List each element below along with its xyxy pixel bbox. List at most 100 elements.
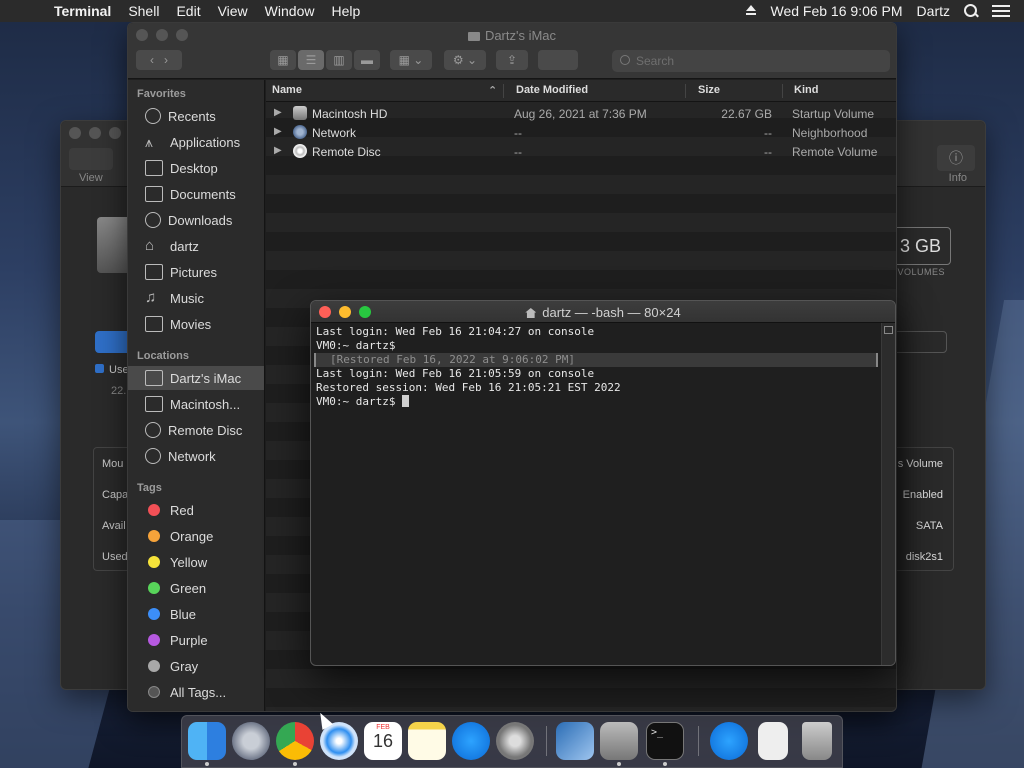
disclosure-triangle-icon[interactable]: ▶ [274,145,282,156]
menu-help[interactable]: Help [331,3,360,19]
close-button[interactable] [69,127,81,139]
menu-app-name[interactable]: Terminal [54,3,111,19]
sidebar-item-pictures[interactable]: Pictures [128,260,264,284]
sidebar-item-documents[interactable]: Documents [128,182,264,206]
spotlight-search-icon[interactable] [964,4,978,18]
info-value-type: s Volume [897,458,943,470]
finder-sidebar: Favorites Recents ⩚ Applications Desktop … [128,80,265,711]
column-view-button[interactable]: ▥ [326,50,352,70]
dock-finder-icon[interactable] [188,722,226,760]
sidebar-item-label: Documents [170,186,236,202]
menu-shell[interactable]: Shell [128,3,159,19]
info-key-available: Avail [102,520,126,532]
list-view-button[interactable]: ☰ [298,50,324,70]
menu-user[interactable]: Dartz [917,3,950,19]
column-header-kind[interactable]: Kind [794,84,818,96]
file-row[interactable]: ▶ Network -- -- Neighborhood [266,123,896,142]
column-header-size[interactable]: Size [698,84,720,96]
dock-downloads-stack-icon[interactable] [710,722,748,760]
file-date: Aug 26, 2021 at 7:36 PM [514,107,647,121]
sidebar-item-label: Macintosh... [170,396,241,412]
dock-trash-icon[interactable] [802,722,832,760]
file-kind: Neighborhood [792,126,868,140]
sidebar-item-tag-blue[interactable]: Blue [128,602,264,626]
sidebar-view-button[interactable] [69,148,113,170]
notification-center-icon[interactable] [992,5,1010,17]
terminal-line: Last login: Wed Feb 16 21:04:27 on conso… [316,325,595,338]
eject-icon[interactable] [745,5,757,17]
home-icon [525,308,537,318]
info-value-owners: Enabled [902,489,943,501]
desktop-icon [145,160,163,176]
menu-view[interactable]: View [218,3,248,19]
sidebar-item-recents[interactable]: Recents [128,104,264,128]
file-row[interactable]: ▶ Remote Disc -- -- Remote Volume [266,142,896,161]
dock-system-preferences-icon[interactable] [496,722,534,760]
terminal-window: dartz — -bash — 80×24 Last login: Wed Fe… [310,300,896,666]
menu-edit[interactable]: Edit [176,3,200,19]
info-value-device: disk2s1 [905,551,943,563]
group-button[interactable]: ▦ ⌄ [390,50,432,70]
sidebar-item-downloads[interactable]: Downloads [128,208,264,232]
sidebar-item-tag-green[interactable]: Green [128,576,264,600]
sidebar-item-home[interactable]: ⌂ dartz [128,234,264,258]
sidebar-item-tag-yellow[interactable]: Yellow [128,550,264,574]
tag-button[interactable] [538,50,578,70]
dock-calendar-icon[interactable]: FEB 16 [364,722,402,760]
sidebar-item-desktop[interactable]: Desktop [128,156,264,180]
terminal-title-text: dartz — -bash — 80×24 [542,305,681,320]
sidebar-item-imac[interactable]: Dartz's iMac [128,366,264,390]
menu-clock[interactable]: Wed Feb 16 9:06 PM [771,3,903,19]
icon-view-button[interactable]: ▦ [270,50,296,70]
dock-chrome-icon[interactable] [276,722,314,760]
sidebar-item-macintosh-hd[interactable]: Macintosh... [128,392,264,416]
dock-launchpad-icon[interactable] [232,722,270,760]
dock-documents-stack-icon[interactable] [758,722,788,760]
calendar-month: FEB [376,724,390,731]
sidebar-item-tag-red[interactable]: Red [128,498,264,522]
action-gear-icon[interactable]: ⚙ ⌄ [444,50,486,70]
dock-app-store-icon[interactable] [452,722,490,760]
menu-window[interactable]: Window [265,3,315,19]
dock-notes-icon[interactable] [408,722,446,760]
sidebar-item-music[interactable]: ♫ Music [128,286,264,310]
column-header-name[interactable]: Name [272,84,302,96]
sidebar-item-remote-disc[interactable]: Remote Disc [128,418,264,442]
sidebar-item-label: Recents [168,108,216,124]
file-name: Remote Disc [312,145,381,159]
sidebar-item-applications[interactable]: ⩚ Applications [128,130,264,154]
sidebar-item-tag-orange[interactable]: Orange [128,524,264,548]
minimize-button[interactable] [89,127,101,139]
sidebar-item-tag-gray[interactable]: Gray [128,654,264,678]
sidebar-item-all-tags[interactable]: All Tags... [128,680,264,704]
music-note-icon: ♫ [145,289,157,306]
disclosure-triangle-icon[interactable]: ▶ [274,126,282,137]
search-input[interactable]: Search [612,50,890,72]
file-size: -- [764,126,772,140]
tag-color-dot-icon [148,660,160,672]
back-forward-buttons[interactable]: ‹ › [136,50,182,70]
dock-terminal-icon[interactable]: >_ [646,722,684,760]
info-key-capacity: Capa [102,489,129,501]
terminal-output[interactable]: Last login: Wed Feb 16 21:04:27 on conso… [311,323,881,665]
gallery-view-button[interactable]: ▬ [354,50,380,70]
zoom-button[interactable] [109,127,121,139]
file-row[interactable]: ▶ Macintosh HD Aug 26, 2021 at 7:36 PM 22.6… [266,104,896,123]
disclosure-triangle-icon[interactable]: ▶ [274,107,282,118]
sidebar-item-tag-purple[interactable]: Purple [128,628,264,652]
terminal-scrollbar[interactable] [881,323,895,665]
info-icon[interactable]: ⓘ [937,145,975,171]
sidebar-item-label: Blue [170,606,197,622]
sidebar-item-network[interactable]: Network [128,444,264,468]
tag-color-dot-icon [148,504,160,516]
sidebar-item-movies[interactable]: Movies [128,312,264,336]
terminal-title-bar: dartz — -bash — 80×24 [311,301,895,323]
download-icon [145,212,161,228]
dock-disk-utility-icon[interactable] [600,722,638,760]
share-icon[interactable]: ⇪ [496,50,528,70]
dock: FEB 16 >_ [181,715,843,768]
column-header-date[interactable]: Date Modified [516,84,588,96]
info-label: Info [948,172,967,184]
dock-virtualbox-icon[interactable] [556,722,594,760]
used-legend-label: Use [109,364,129,376]
